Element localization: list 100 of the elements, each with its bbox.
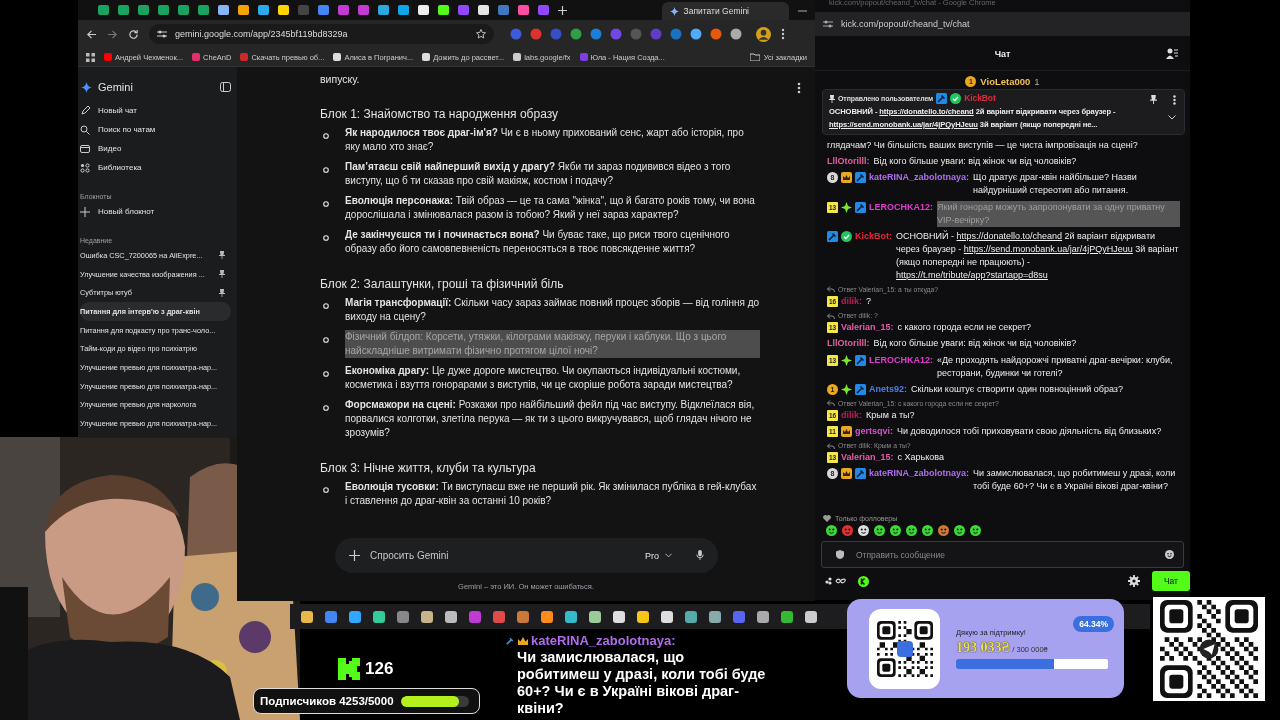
tab-favicon-icon[interactable]: [258, 5, 269, 15]
more-options-icon[interactable]: [1173, 95, 1176, 105]
taskbar-app-icon[interactable]: [684, 609, 698, 624]
extension-icon[interactable]: [670, 28, 682, 40]
link[interactable]: https://donatello.to/cheand: [956, 230, 1063, 241]
link[interactable]: https://send.monobank.ua/jar/4jPQyHJeuu: [963, 243, 1133, 254]
taskbar-app-icon[interactable]: [348, 609, 362, 624]
username[interactable]: KickBot:: [855, 229, 892, 243]
chevron-down-icon[interactable]: [1168, 115, 1176, 120]
extension-icon[interactable]: [610, 28, 622, 40]
extension-icon[interactable]: [590, 28, 602, 40]
emote-icon[interactable]: [890, 525, 901, 536]
emote-icon[interactable]: [858, 525, 869, 536]
menu-dots-icon[interactable]: [781, 28, 785, 40]
extension-icon[interactable]: [710, 28, 722, 40]
username[interactable]: kateRINA_zabolotnaya:: [869, 171, 970, 185]
taskbar-app-icon[interactable]: [420, 609, 434, 624]
forward-arrow-icon[interactable]: [107, 28, 118, 40]
tab-favicon-icon[interactable]: [378, 5, 389, 15]
sidebar-toggle-icon[interactable]: [220, 82, 231, 92]
username[interactable]: VioLeta000: [980, 76, 1031, 87]
taskbar-app-icon[interactable]: [300, 609, 314, 624]
emoji-icon[interactable]: [1165, 550, 1174, 559]
tab-favicon-icon[interactable]: [358, 5, 369, 15]
tab-favicon-icon[interactable]: [158, 5, 169, 15]
emote-icon[interactable]: [906, 525, 917, 536]
link[interactable]: https://t.me/tribute/app?startapp=d8su: [896, 269, 1048, 280]
username[interactable]: Anets92:: [869, 382, 907, 396]
address-bar[interactable]: gemini.google.com/app/2345bf119bd8329a: [149, 24, 494, 44]
tab-favicon-icon[interactable]: [278, 5, 289, 15]
emote-icon[interactable]: [826, 525, 837, 536]
plus-icon[interactable]: [558, 5, 567, 15]
taskbar-app-icon[interactable]: [660, 609, 674, 624]
settings-icon[interactable]: [1127, 575, 1140, 587]
tab-favicon-icon[interactable]: [398, 5, 409, 15]
tab-favicon-icon[interactable]: [198, 5, 209, 15]
send-button[interactable]: Чат: [1151, 571, 1190, 591]
username[interactable]: kateRINA_zabolotnaya:: [869, 467, 970, 481]
kick-logo-icon[interactable]: [858, 575, 869, 587]
taskbar-app-icon[interactable]: [540, 609, 554, 624]
extension-icon[interactable]: [510, 28, 522, 40]
avatar-icon[interactable]: [756, 26, 771, 42]
back-arrow-icon[interactable]: [86, 28, 97, 40]
tab-favicon-icon[interactable]: [518, 5, 529, 15]
emote-icon[interactable]: [970, 525, 981, 536]
more-options-icon[interactable]: [797, 82, 801, 94]
tab-favicon-icon[interactable]: [118, 5, 129, 15]
tab-favicon-icon[interactable]: [438, 5, 449, 15]
taskbar-app-icon[interactable]: [612, 609, 626, 624]
apps-grid-icon[interactable]: [86, 52, 95, 62]
emote-icon[interactable]: [874, 525, 885, 536]
username[interactable]: Valerian_15:: [841, 321, 894, 335]
emote-icon[interactable]: [922, 525, 933, 536]
username[interactable]: Valerian_15:: [841, 451, 894, 465]
tab-favicon-icon[interactable]: [318, 5, 329, 15]
tab-favicon-icon[interactable]: [178, 5, 189, 15]
username[interactable]: gertsqvi:: [855, 425, 893, 439]
nav-item[interactable]: Поиск по чатам: [80, 120, 231, 139]
tab-favicon-icon[interactable]: [498, 5, 509, 15]
users-icon[interactable]: [1166, 48, 1178, 59]
star-icon[interactable]: [476, 29, 486, 39]
tab-favicon-icon[interactable]: [218, 5, 229, 15]
model-selector[interactable]: Pro: [645, 550, 672, 561]
taskbar-app-icon[interactable]: [564, 609, 578, 624]
microphone-icon[interactable]: [696, 550, 704, 561]
extension-icon[interactable]: [730, 28, 742, 40]
pin-icon[interactable]: [1150, 95, 1157, 104]
extension-icon[interactable]: [690, 28, 702, 40]
username[interactable]: LllOtorilll:: [827, 155, 870, 169]
emote-icon[interactable]: [938, 525, 949, 536]
taskbar-app-icon[interactable]: [636, 609, 650, 624]
message-input[interactable]: Отправить сообщение: [821, 541, 1184, 568]
taskbar-app-icon[interactable]: [444, 609, 458, 624]
tab-favicon-icon[interactable]: [418, 5, 429, 15]
tab-favicon-icon[interactable]: [138, 5, 149, 15]
emote-icon[interactable]: [954, 525, 965, 536]
taskbar-app-icon[interactable]: [516, 609, 530, 624]
nav-item[interactable]: Библиотека: [80, 158, 231, 177]
tab-favicon-icon[interactable]: [538, 5, 549, 15]
extension-icon[interactable]: [530, 28, 542, 40]
nav-item[interactable]: Видео: [80, 139, 231, 158]
taskbar-app-icon[interactable]: [588, 609, 602, 624]
new-notebook-item[interactable]: Новый блокнот: [80, 202, 231, 221]
reload-icon[interactable]: [128, 28, 139, 40]
prompt-field[interactable]: Спросить Gemini Pro: [335, 538, 718, 573]
tab-favicon-icon[interactable]: [478, 5, 489, 15]
username[interactable]: LEROCHKA12:: [869, 353, 933, 367]
taskbar-app-icon[interactable]: [804, 609, 818, 624]
nav-item[interactable]: Новый чат: [80, 101, 231, 120]
username[interactable]: KickBot: [964, 92, 996, 105]
taskbar-app-icon[interactable]: [372, 609, 386, 624]
username[interactable]: LEROCHKA12:: [869, 200, 933, 214]
taskbar-app-icon[interactable]: [780, 609, 794, 624]
browser-tab[interactable]: Запитати Gemini: [661, 2, 789, 20]
extension-icon[interactable]: [570, 28, 582, 40]
tab-favicon-icon[interactable]: [98, 5, 109, 15]
tab-favicon-icon[interactable]: [458, 5, 469, 15]
tab-favicon-icon[interactable]: [338, 5, 349, 15]
taskbar-app-icon[interactable]: [708, 609, 722, 624]
tab-favicon-icon[interactable]: [238, 5, 249, 15]
